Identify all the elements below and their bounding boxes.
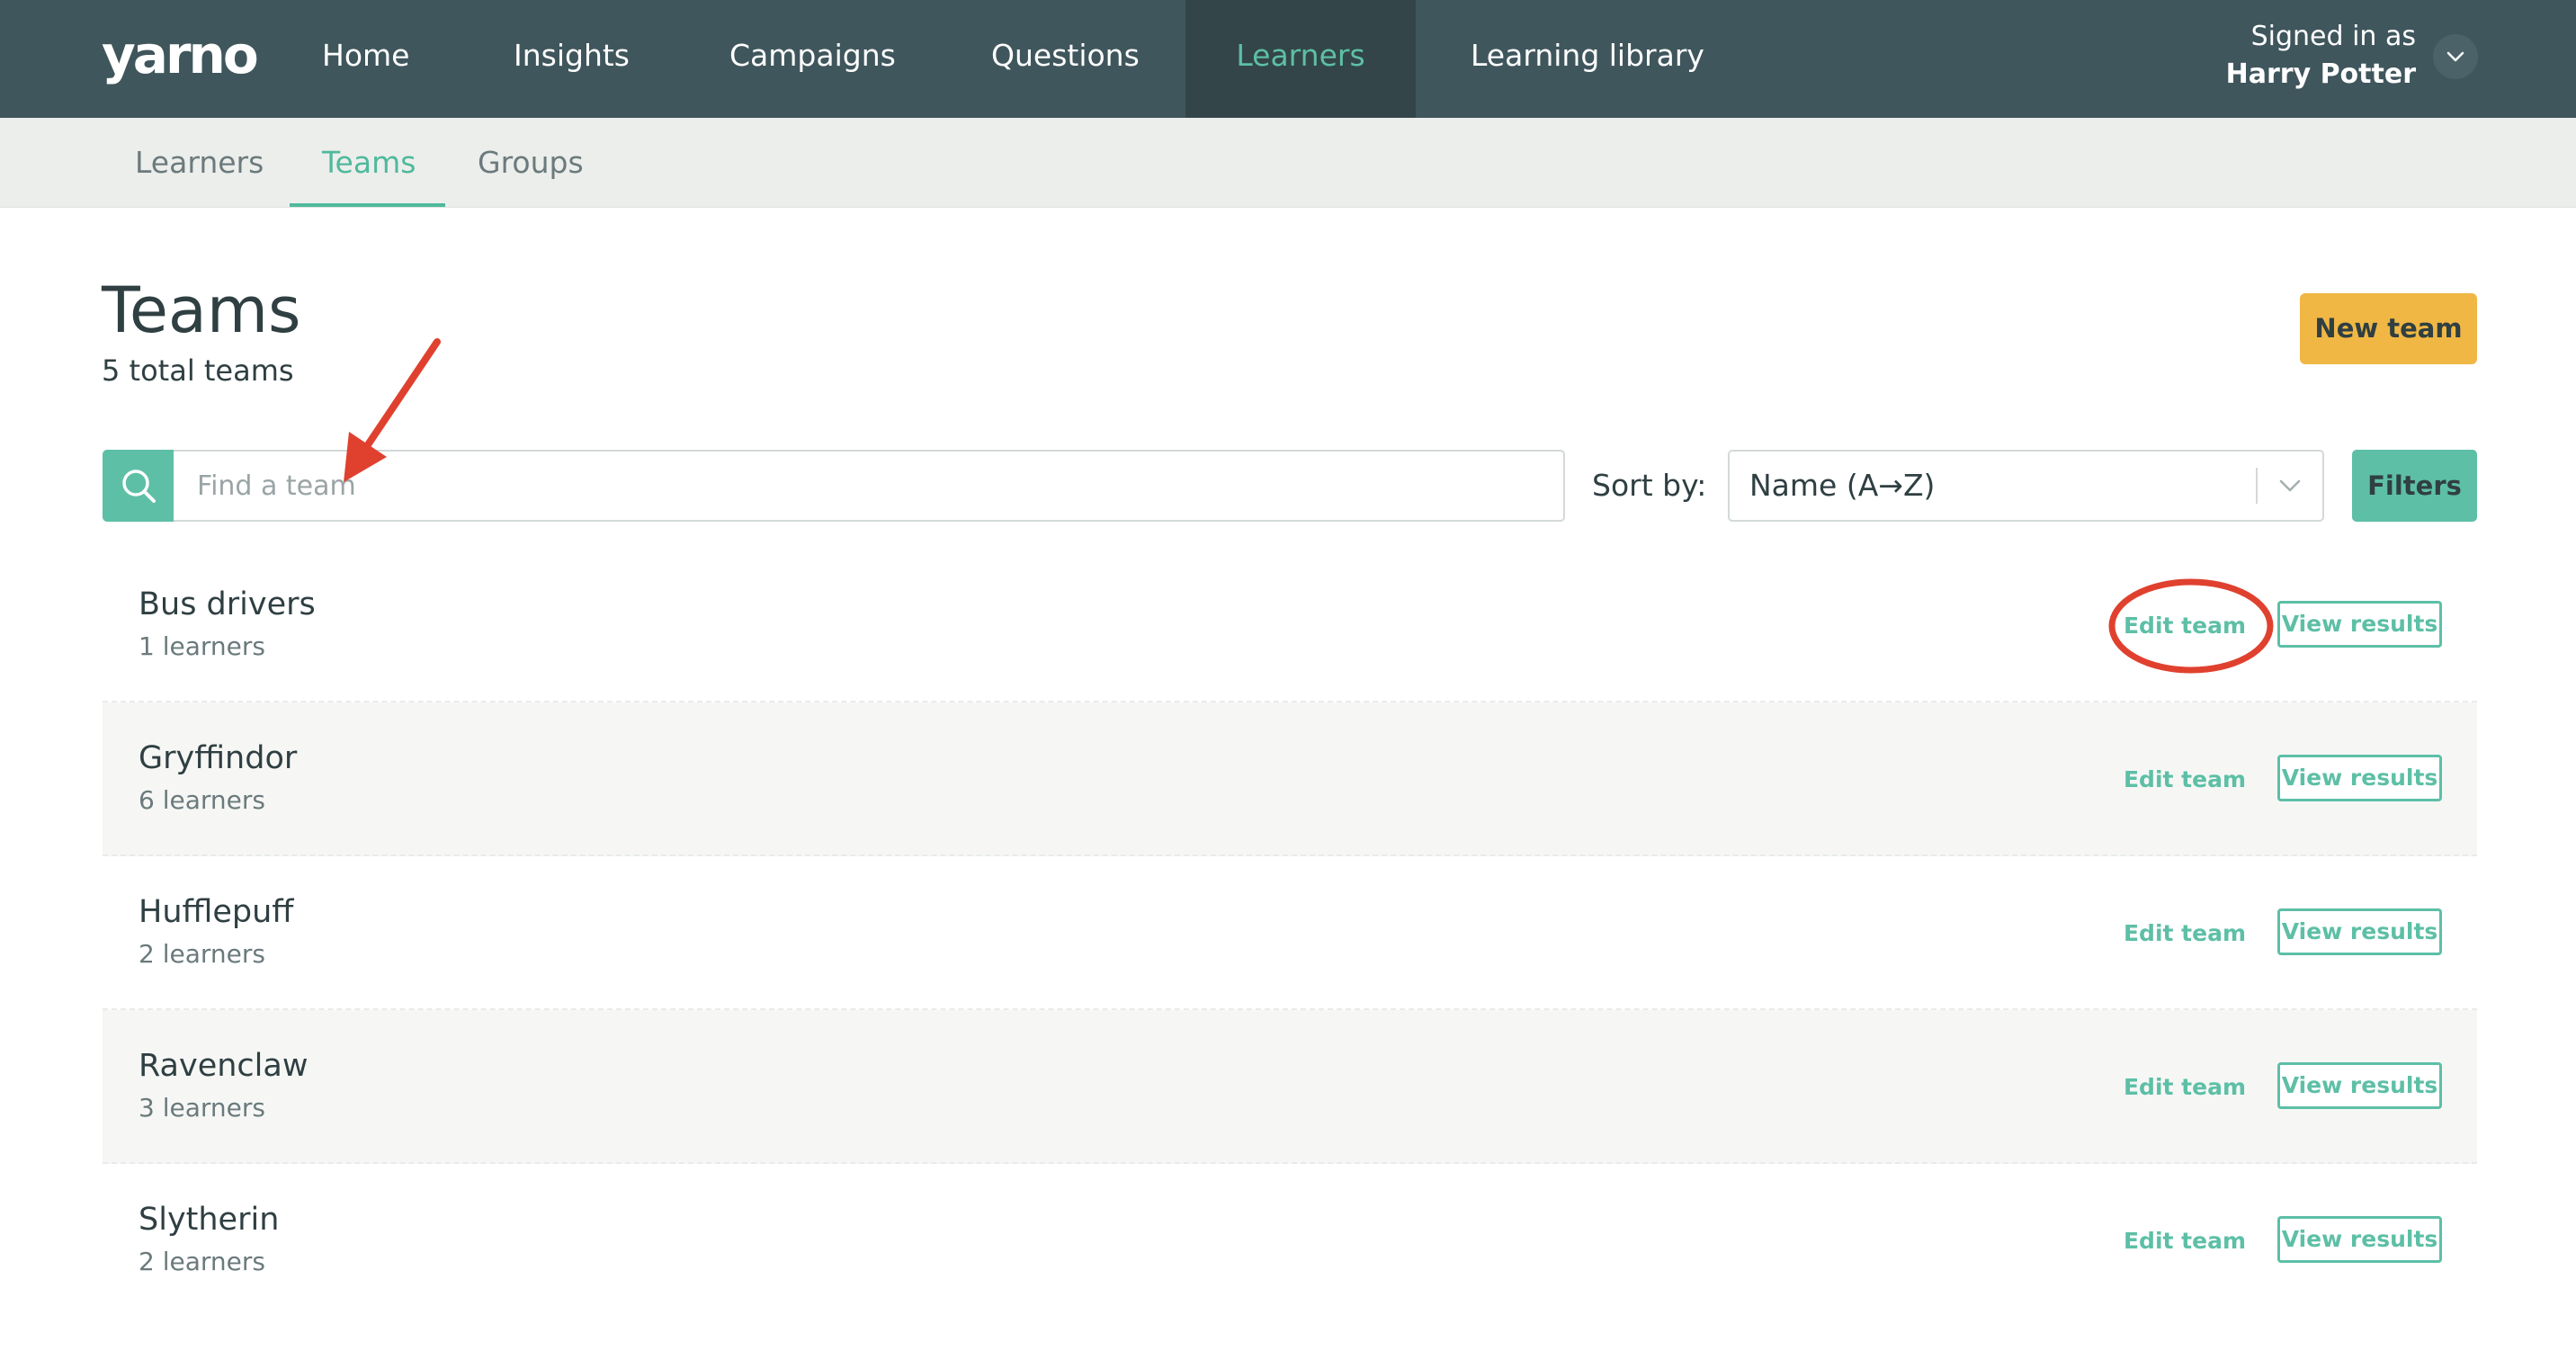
new-team-button[interactable]: New team [2300, 293, 2477, 364]
signed-in-label: Signed in as [2250, 21, 2416, 52]
team-name: Bus drivers [139, 586, 316, 622]
active-tab-indicator [290, 203, 445, 207]
view-results-button[interactable]: View results [2277, 601, 2442, 648]
yarno-logo[interactable]: yarno [102, 23, 259, 86]
user-info[interactable]: Signed in as Harry Potter [2226, 18, 2416, 94]
page-title: Teams [102, 273, 301, 347]
team-row: Ravenclaw 3 learners Edit team View resu… [103, 1010, 2477, 1164]
edit-team-button[interactable]: Edit team [2117, 1221, 2252, 1262]
chevron-down-icon [2446, 51, 2464, 62]
search-button[interactable] [103, 450, 174, 522]
tab-learners[interactable]: Learners [135, 118, 264, 208]
tab-teams[interactable]: Teams [322, 118, 416, 208]
team-row: Slytherin 2 learners Edit team View resu… [103, 1164, 2477, 1318]
view-results-button[interactable]: View results [2277, 1216, 2442, 1263]
view-results-button[interactable]: View results [2277, 1062, 2442, 1109]
sort-label: Sort by: [1592, 468, 1707, 503]
team-learner-count: 2 learners [139, 939, 265, 969]
nav-item-home[interactable]: Home [322, 0, 409, 118]
team-learner-count: 6 learners [139, 785, 265, 815]
filters-button[interactable]: Filters [2352, 450, 2477, 522]
team-name: Ravenclaw [139, 1048, 309, 1084]
team-name: Hufflepuff [139, 894, 294, 930]
user-menu-button[interactable] [2433, 34, 2478, 79]
sort-divider [2256, 468, 2258, 504]
tab-groups[interactable]: Groups [478, 118, 584, 208]
sort-selected-value: Name (A→Z) [1749, 468, 1936, 503]
team-learner-count: 1 learners [139, 631, 265, 661]
view-results-button[interactable]: View results [2277, 908, 2442, 955]
nav-item-learning-library[interactable]: Learning library [1471, 0, 1704, 118]
chevron-down-icon [2279, 479, 2301, 492]
team-total-count: 5 total teams [102, 353, 294, 388]
sort-select[interactable]: Name (A→Z) [1728, 450, 2324, 522]
edit-team-button[interactable]: Edit team [2117, 913, 2252, 954]
team-row: Bus drivers 1 learners Edit team View re… [103, 549, 2477, 702]
sub-nav: Learners Teams Groups [0, 118, 2576, 208]
team-row: Hufflepuff 2 learners Edit team View res… [103, 856, 2477, 1010]
edit-team-button[interactable]: Edit team [2117, 1067, 2252, 1108]
user-name: Harry Potter [2225, 58, 2416, 90]
edit-team-button[interactable]: Edit team [2117, 605, 2252, 647]
nav-item-questions[interactable]: Questions [991, 0, 1140, 118]
team-learner-count: 3 learners [139, 1093, 265, 1123]
top-nav: yarno Home Insights Campaigns Questions … [0, 0, 2576, 118]
nav-item-learners[interactable]: Learners [1185, 0, 1416, 118]
edit-team-button[interactable]: Edit team [2117, 759, 2252, 801]
team-learner-count: 2 learners [139, 1247, 265, 1276]
team-row: Gryffindor 6 learners Edit team View res… [103, 702, 2477, 856]
team-name: Gryffindor [139, 740, 298, 776]
team-search-input[interactable] [174, 450, 1565, 522]
search-icon [122, 470, 156, 503]
team-name: Slytherin [139, 1202, 280, 1238]
nav-item-insights[interactable]: Insights [514, 0, 630, 118]
nav-item-campaigns[interactable]: Campaigns [729, 0, 896, 118]
view-results-button[interactable]: View results [2277, 755, 2442, 801]
